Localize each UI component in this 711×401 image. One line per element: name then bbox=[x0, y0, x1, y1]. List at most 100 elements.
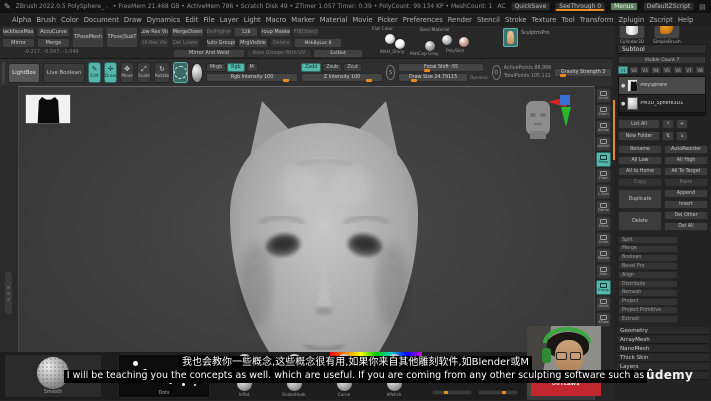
del-all-button[interactable]: Del All bbox=[664, 222, 708, 231]
palette-button-split[interactable]: Split bbox=[618, 236, 678, 244]
lightbox-button[interactable]: LightBox bbox=[8, 63, 39, 83]
menu-zplugin[interactable]: Zplugin bbox=[619, 16, 645, 24]
right-shelf-move-button[interactable]: Move bbox=[596, 216, 611, 231]
subtool-item-polysphere[interactable]: ●PolySphere bbox=[619, 77, 705, 95]
duplicate-button[interactable]: Duplicate bbox=[618, 189, 662, 209]
pair-all-to-target[interactable]: All To Target bbox=[664, 167, 708, 176]
toolbar-button-toolbar-row2-6[interactable]: Delete bbox=[270, 38, 292, 48]
menu-picker[interactable]: Picker bbox=[378, 16, 398, 24]
toolbar-button-toolbar-row2-0[interactable]: Mirror bbox=[2, 38, 35, 48]
move-into-folder-button[interactable]: ↳ bbox=[676, 131, 688, 141]
tray-mini-slider-2[interactable] bbox=[478, 390, 518, 395]
alpha-preview-thumbnail[interactable] bbox=[25, 94, 71, 124]
material-sphere-mah-shiny[interactable] bbox=[394, 38, 406, 50]
camera-orientation-gizmo[interactable] bbox=[510, 93, 576, 141]
z-intensity-slider[interactable]: Z Intensity 100 bbox=[301, 73, 383, 82]
toolbar-button-toolbar-row1-0[interactable]: BackfaceMask bbox=[2, 27, 35, 37]
move-button[interactable]: ✥Move bbox=[120, 62, 134, 83]
palette-button-distribute[interactable]: Distribute bbox=[618, 280, 678, 288]
palette-button-align[interactable]: Align bbox=[618, 271, 678, 279]
m-button[interactable]: M bbox=[246, 63, 258, 72]
depth-knob-icon[interactable]: D bbox=[492, 65, 501, 80]
current-material-sphere[interactable] bbox=[191, 63, 203, 83]
menu-color[interactable]: Color bbox=[61, 16, 79, 24]
reorder-icon-button[interactable]: ⇅ bbox=[662, 131, 674, 141]
focal-shift-slider[interactable]: Focal Shift -55 bbox=[398, 63, 484, 72]
right-shelf-scale-button[interactable]: Scale bbox=[596, 232, 611, 247]
menu-transform[interactable]: Transform bbox=[580, 16, 614, 24]
draw-size-slider[interactable]: Draw Size 24.79115 bbox=[398, 73, 468, 82]
menus-toggle[interactable]: Menus bbox=[610, 2, 638, 11]
live-boolean-button[interactable]: Live Boolean bbox=[43, 63, 86, 83]
palette-button-boolean[interactable]: Boolean bbox=[618, 254, 678, 262]
toolbar-button-toolbar-row1-1[interactable]: AccuCurve bbox=[37, 27, 70, 37]
toolbar-button-toolbar-row2-5[interactable]: MrgVisible bbox=[238, 38, 268, 48]
quicksave-button[interactable]: QuickSave bbox=[511, 2, 551, 11]
toolbar-button-toolbar-row2-4[interactable]: Auto Groups bbox=[206, 38, 236, 48]
menu-stencil[interactable]: Stencil bbox=[477, 16, 500, 24]
menu-alpha[interactable]: Alpha bbox=[12, 16, 31, 24]
toolbar-button-toolbar-row2-2[interactable]: Hi Res Vis bbox=[140, 38, 169, 48]
tray-mini-slider[interactable] bbox=[432, 390, 472, 395]
menu-draw[interactable]: Draw bbox=[124, 16, 142, 24]
menu-file[interactable]: File bbox=[203, 16, 214, 24]
menu-light[interactable]: Light bbox=[244, 16, 261, 24]
pair-all-high[interactable]: All High bbox=[664, 156, 708, 165]
palette-button-project-primitive[interactable]: Project Primitive bbox=[618, 306, 678, 314]
palette-button-remesh[interactable]: Remesh bbox=[618, 289, 678, 297]
menu-help[interactable]: Help bbox=[678, 16, 694, 24]
palette-section-arraymesh[interactable]: ArrayMesh bbox=[617, 336, 709, 344]
right-shelf-rotate-button[interactable]: Rotate bbox=[596, 248, 611, 263]
pair-rename[interactable]: Rename bbox=[618, 145, 662, 154]
vis-button-v4[interactable]: V4 bbox=[651, 66, 661, 74]
vis-button-v6[interactable]: V6 bbox=[673, 66, 683, 74]
zadd-button[interactable]: Zadd bbox=[301, 63, 321, 72]
toolbar-button-toolbar-row1-end-1[interactable]: FIBObject bbox=[293, 27, 319, 37]
current-brush-button[interactable] bbox=[173, 62, 188, 83]
right-shelf-floor-button[interactable]: Floor bbox=[596, 168, 611, 183]
mrgb-button[interactable]: Mrgb bbox=[206, 63, 226, 72]
vis-button-v7[interactable]: V7 bbox=[684, 66, 694, 74]
menu-movie[interactable]: Movie bbox=[352, 16, 372, 24]
menu-stroke[interactable]: Stroke bbox=[505, 16, 527, 24]
palette-button-merge[interactable]: Merge bbox=[618, 245, 678, 253]
material-sphere-matcap-gray[interactable] bbox=[424, 40, 436, 52]
toolbar-button-toolbar-row3-1[interactable]: Auto Groups With UV bbox=[247, 49, 311, 58]
zcut-button[interactable]: Zcut bbox=[343, 63, 362, 72]
material-sphere-polyskin[interactable] bbox=[458, 36, 470, 48]
add-subtool-button[interactable]: + bbox=[676, 119, 688, 129]
right-shelf-aahalf-button[interactable]: AAHalf bbox=[596, 136, 611, 151]
stroke-knob-icon[interactable]: S bbox=[386, 65, 395, 80]
menu-dynamics[interactable]: Dynamics bbox=[147, 16, 181, 24]
new-folder-button[interactable]: New Folder bbox=[618, 131, 660, 141]
pair-all-low[interactable]: All Low bbox=[618, 156, 662, 165]
right-shelf-zoom-button[interactable]: Zoom bbox=[596, 104, 611, 119]
append-button[interactable]: Append bbox=[664, 189, 708, 198]
right-shelf-persp-button[interactable]: Persp bbox=[596, 152, 611, 167]
toolbar-button-toolbar-row1-4[interactable]: Low Res Vis bbox=[140, 27, 169, 37]
palette-button-bevel-pro[interactable]: Bevel Pro bbox=[618, 262, 678, 270]
vis-button-v8[interactable]: V8 bbox=[695, 66, 705, 74]
toolbar-button-toolbar-row2-3[interactable]: Del Lower bbox=[171, 38, 200, 48]
toolbar-slider-toolbar-row2-slider[interactable]: MskByLoc 8 bbox=[294, 38, 342, 48]
del-other-button[interactable]: Del Other bbox=[664, 211, 708, 220]
pair-autoreorder[interactable]: AutoReorder bbox=[664, 145, 708, 154]
draw-button[interactable]: ✛Draw bbox=[104, 62, 117, 83]
palette-button-project[interactable]: Project bbox=[618, 298, 678, 306]
toolbar-button-toolbar-row1-5[interactable]: MergeDown bbox=[171, 27, 204, 37]
eye-icon[interactable]: ● bbox=[621, 83, 625, 89]
palette-section-geometry[interactable]: Geometry bbox=[617, 327, 709, 335]
toolbar-button-toolbar-row3-0[interactable]: Mirror And Weld bbox=[173, 49, 245, 58]
zsub-button[interactable]: Zsub bbox=[322, 63, 342, 72]
toolbar-slider-toolbar-row3-slider[interactable]: ExtBot bbox=[313, 49, 363, 58]
eye-icon[interactable]: ● bbox=[621, 101, 625, 107]
toolbar-button-toolbar-row1-end-0[interactable]: Group Masked bbox=[260, 27, 291, 37]
menu-brush[interactable]: Brush bbox=[36, 16, 56, 24]
tray-divider-handle[interactable] bbox=[5, 272, 12, 314]
subtool-item-pm3d-sphere3d1[interactable]: ●PM3D_Sphere3D1 bbox=[619, 95, 705, 113]
material-sphere-basicmaterial[interactable] bbox=[441, 34, 453, 46]
right-shelf-frame-button[interactable]: Frame bbox=[596, 200, 611, 215]
gravity-strength-slider[interactable]: Gravity Strength 3 bbox=[554, 68, 612, 77]
right-shelf-ghost-button[interactable]: Ghost bbox=[596, 296, 611, 311]
menu-material[interactable]: Material bbox=[320, 16, 348, 24]
